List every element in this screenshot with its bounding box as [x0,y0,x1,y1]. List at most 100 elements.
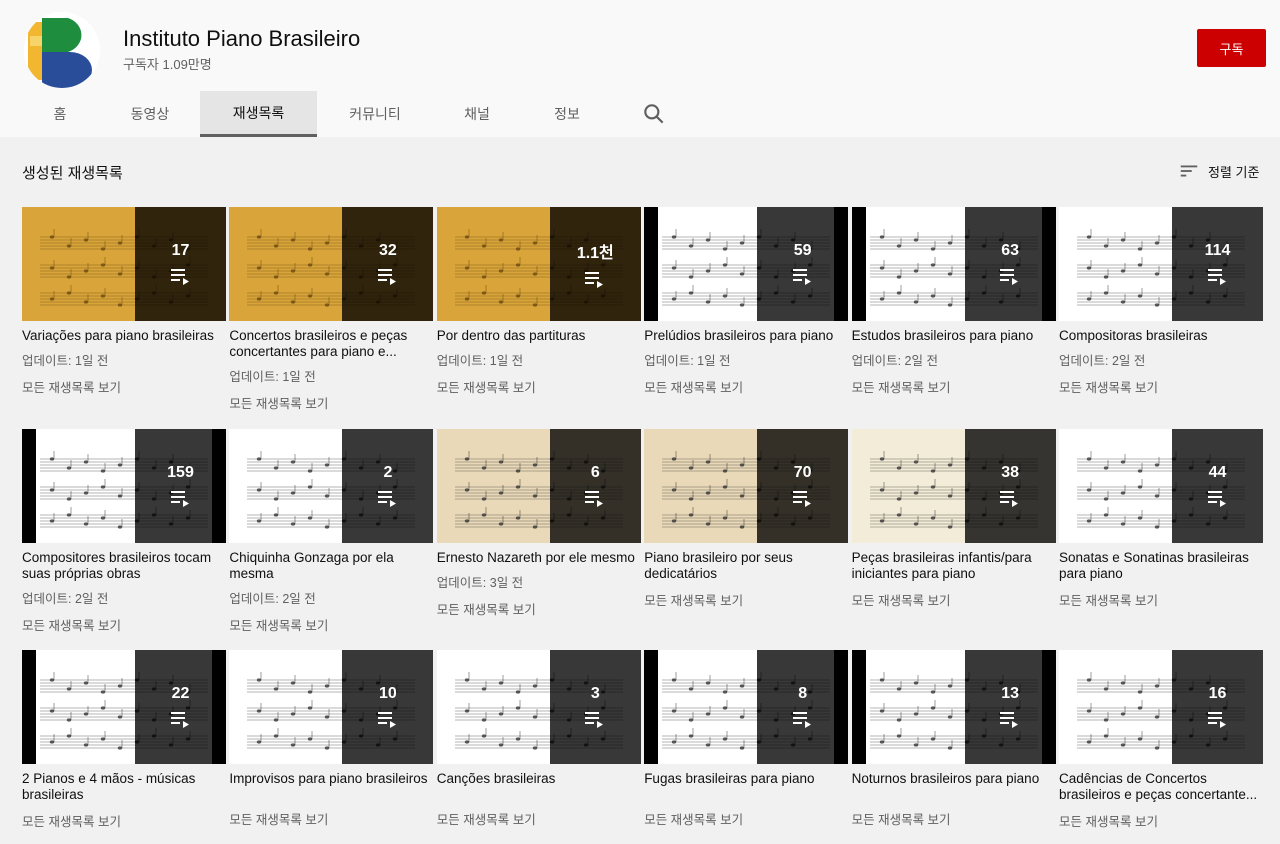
view-all-playlist-link[interactable]: 모든 재생목록 보기 [22,615,226,634]
tab-channels[interactable]: 채널 [445,91,509,137]
playlist-card[interactable]: 70 Piano brasileiro por seus dedicatário… [644,429,849,609]
playlist-card[interactable]: 44 Sonatas e Sonatinas brasileiras para … [1059,429,1263,609]
playlist-thumbnail[interactable]: 44 [1059,429,1263,543]
playlist-count-overlay: 38 [964,429,1056,543]
playlist-title[interactable]: 2 Pianos e 4 mãos - músicas brasileiras [22,771,226,803]
view-all-playlist-link[interactable]: 모든 재생목록 보기 [229,393,433,412]
playlist-card[interactable]: 38 Peças brasileiras infantis/para inici… [851,429,1056,609]
playlist-title[interactable]: Chiquinha Gonzaga por ela mesma [229,550,433,582]
playlist-thumbnail[interactable]: 13 [851,650,1056,764]
playlist-count-overlay: 32 [342,207,434,321]
playlist-title[interactable]: Sonatas e Sonatinas brasileiras para pia… [1059,550,1263,582]
playlist-title[interactable]: Prelúdios brasileiros para piano [644,328,848,344]
playlist-title[interactable]: Variações para piano brasileiras [22,328,226,344]
playlist-updated: 업데이트: 2일 전 [1059,354,1146,368]
view-all-playlist-link[interactable]: 모든 재생목록 보기 [644,809,848,828]
subscribe-button[interactable]: 구독 [1197,29,1266,67]
playlist-title[interactable]: Improvisos para piano brasileiros [229,771,433,787]
sort-button[interactable]: 정렬 기준 [1178,160,1259,182]
playlist-thumbnail[interactable]: 2 [229,429,434,543]
playlist-card[interactable]: 3 Canções brasileiras 모든 재생목록 보기 [436,650,641,828]
view-all-playlist-link[interactable]: 모든 재생목록 보기 [437,809,641,828]
playlist-count-overlay: 3 [549,650,641,764]
playlist-title[interactable]: Compositoras brasileiras [1059,328,1263,344]
playlist-thumbnail[interactable]: 16 [1059,650,1263,764]
playlist-count-overlay: 159 [135,429,226,543]
playlist-title[interactable]: Estudos brasileiros para piano [852,328,1056,344]
playlist-title[interactable]: Cadências de Concertos brasileiros e peç… [1059,771,1263,803]
playlist-updated: 업데이트: 1일 전 [436,354,524,368]
view-all-playlist-link[interactable]: 모든 재생목록 보기 [852,377,1056,396]
playlist-icon [585,272,604,288]
tab-home[interactable]: 홈 [22,91,98,137]
view-all-playlist-link[interactable]: 모든 재생목록 보기 [852,590,1056,609]
view-all-playlist-link[interactable]: 모든 재생목록 보기 [852,809,1056,828]
view-all-playlist-link[interactable]: 모든 재생목록 보기 [1059,590,1263,609]
playlist-card[interactable]: 13 Noturnos brasileiros para piano 모든 재생… [851,650,1056,828]
view-all-playlist-link[interactable]: 모든 재생목록 보기 [1059,377,1263,396]
playlist-card[interactable]: 1.1천 Por dentro das partituras 업데이트: 1일 … [436,207,641,396]
playlist-card[interactable]: 32 Concertos brasileiros e peças concert… [229,207,434,412]
playlist-thumbnail[interactable]: 3 [436,650,641,764]
playlist-count-overlay: 10 [342,650,434,764]
view-all-playlist-link[interactable]: 모든 재생목록 보기 [22,377,226,396]
playlist-thumbnail[interactable]: 1.1천 [436,207,641,321]
view-all-playlist-link[interactable]: 모든 재생목록 보기 [22,811,226,830]
view-all-playlist-link[interactable]: 모든 재생목록 보기 [644,377,848,396]
view-all-playlist-link[interactable]: 모든 재생목록 보기 [229,615,433,634]
playlist-thumbnail[interactable]: 32 [229,207,434,321]
playlist-card[interactable]: 17 Variações para piano brasileiras 업데이트… [22,207,226,396]
playlist-card[interactable]: 16 Cadências de Concertos brasileiros e … [1059,650,1263,830]
tab-about[interactable]: 정보 [535,91,599,137]
playlist-thumbnail[interactable]: 63 [851,207,1056,321]
channel-avatar[interactable] [24,12,100,88]
playlist-title[interactable]: Piano brasileiro por seus dedicatários [644,550,848,582]
search-icon[interactable] [641,101,667,127]
view-all-playlist-link[interactable]: 모든 재생목록 보기 [437,377,641,396]
playlist-card[interactable]: 22 2 Pianos e 4 mãos - músicas brasileir… [22,650,226,830]
playlist-card[interactable]: 8 Fugas brasileiras para piano 모든 재생목록 보… [644,650,849,828]
video-count: 70 [793,464,812,481]
playlist-title[interactable]: Noturnos brasileiros para piano [852,771,1056,787]
playlist-title[interactable]: Concertos brasileiros e peças concertant… [229,328,433,360]
playlist-thumbnail[interactable]: 159 [22,429,226,543]
playlist-icon [377,269,396,285]
view-all-playlist-link[interactable]: 모든 재생목록 보기 [437,599,641,618]
sort-label: 정렬 기준 [1208,164,1260,180]
playlist-thumbnail[interactable]: 8 [644,650,849,764]
playlist-thumbnail[interactable]: 6 [436,429,641,543]
video-count: 38 [1001,464,1019,481]
playlist-card[interactable]: 63 Estudos brasileiros para piano 업데이트: … [851,207,1056,396]
playlist-title[interactable]: Por dentro das partituras [437,328,641,344]
playlist-icon [170,269,189,285]
video-count: 22 [171,685,190,702]
playlist-thumbnail[interactable]: 17 [22,207,226,321]
playlist-updated: 업데이트: 2일 전 [22,592,109,606]
playlist-card[interactable]: 159 Compositores brasileiros tocam suas … [22,429,226,634]
playlist-card[interactable]: 10 Improvisos para piano brasileiros 모든 … [229,650,434,828]
playlist-title[interactable]: Peças brasileiras infantis/para iniciant… [852,550,1056,582]
playlist-card[interactable]: 114 Compositoras brasileiras 업데이트: 2일 전 … [1059,207,1263,396]
playlist-count-overlay: 8 [757,650,849,764]
view-all-playlist-link[interactable]: 모든 재생목록 보기 [1059,811,1263,830]
tab-playlists[interactable]: 재생목록 [200,91,317,137]
view-all-playlist-link[interactable]: 모든 재생목록 보기 [229,809,433,828]
tab-community[interactable]: 커뮤니티 [335,91,415,137]
tab-videos[interactable]: 동영상 [112,91,188,137]
playlist-thumbnail[interactable]: 59 [644,207,849,321]
playlist-card[interactable]: 59 Prelúdios brasileiros para piano 업데이트… [644,207,849,396]
playlist-card[interactable]: 6 Ernesto Nazareth por ele mesmo 업데이트: 3… [436,429,641,618]
playlist-icon [170,712,189,728]
playlist-title[interactable]: Compositores brasileiros tocam suas próp… [22,550,226,582]
playlist-thumbnail[interactable]: 10 [229,650,434,764]
channel-header: Instituto Piano Brasileiro 구독자 1.09만명 구독… [0,0,1280,137]
playlist-thumbnail[interactable]: 22 [22,650,226,764]
playlist-thumbnail[interactable]: 114 [1059,207,1263,321]
playlist-thumbnail[interactable]: 38 [851,429,1056,543]
playlist-title[interactable]: Canções brasileiras [437,771,641,787]
playlist-card[interactable]: 2 Chiquinha Gonzaga por ela mesma 업데이트: … [229,429,434,634]
playlist-title[interactable]: Ernesto Nazareth por ele mesmo [437,550,641,566]
view-all-playlist-link[interactable]: 모든 재생목록 보기 [644,590,848,609]
playlist-title[interactable]: Fugas brasileiras para piano [644,771,848,787]
playlist-thumbnail[interactable]: 70 [644,429,849,543]
